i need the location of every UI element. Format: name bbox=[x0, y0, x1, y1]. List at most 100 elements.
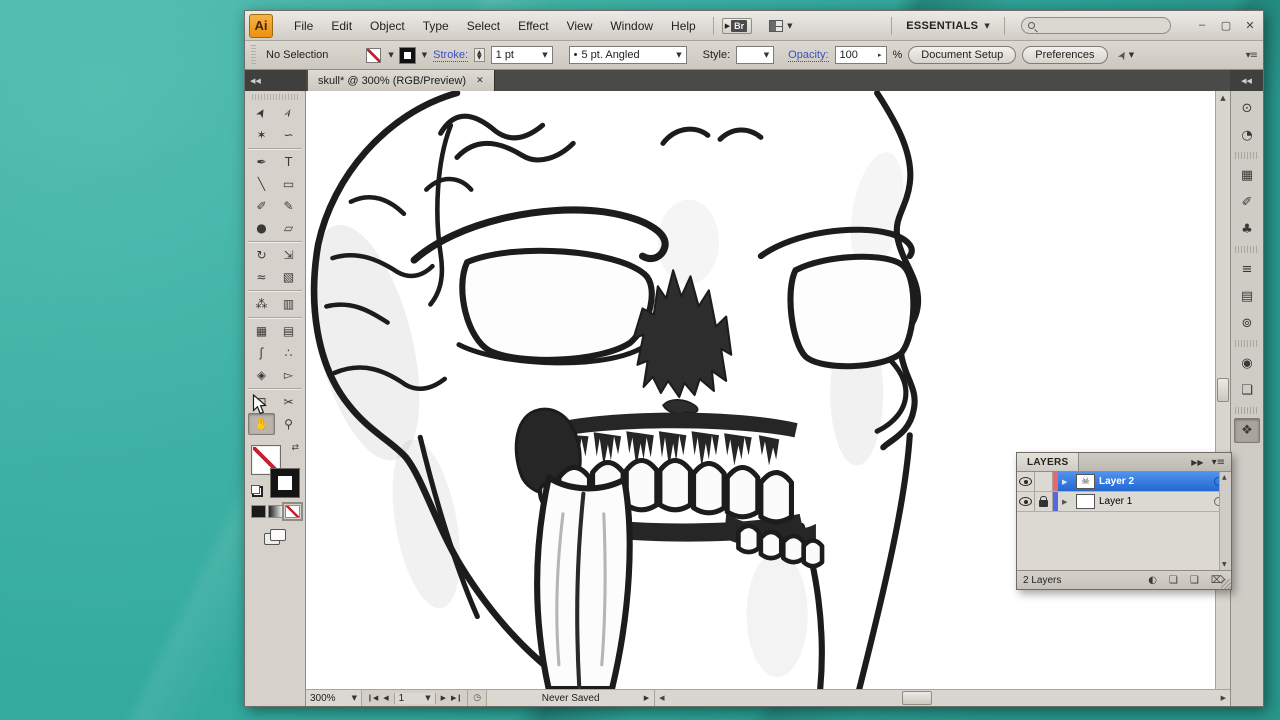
selection-tool[interactable]: ➤ bbox=[248, 102, 275, 124]
opacity-input[interactable]: 100 ▸ bbox=[835, 46, 887, 64]
color-mode-button[interactable] bbox=[251, 505, 266, 518]
artboard-number-dropdown[interactable]: 1 ▼ bbox=[394, 693, 436, 704]
preferences-button[interactable]: Preferences bbox=[1022, 46, 1107, 64]
blend-tool[interactable]: ∴ bbox=[275, 342, 302, 364]
vertical-scroll-thumb[interactable] bbox=[1217, 378, 1229, 402]
gradient-tool[interactable]: ▤ bbox=[275, 320, 302, 342]
panel-resize-grip[interactable] bbox=[1221, 579, 1231, 589]
expand-layer-icon[interactable]: ▶ bbox=[1062, 478, 1072, 486]
none-mode-button[interactable] bbox=[285, 505, 300, 518]
appearance-panel-button[interactable]: ◉ bbox=[1234, 351, 1260, 376]
swatches-panel-button[interactable]: ▦ bbox=[1234, 163, 1260, 188]
save-status[interactable]: Never Saved ▶ bbox=[487, 690, 655, 706]
paintbrush-tool[interactable]: ✐ bbox=[248, 195, 275, 217]
column-graph-tool[interactable]: ▥ bbox=[275, 293, 302, 315]
visibility-toggle[interactable] bbox=[1017, 472, 1035, 491]
minimize-button[interactable]: – bbox=[1195, 19, 1209, 32]
next-artboard-button[interactable]: ▶ bbox=[441, 694, 446, 702]
color-panel-button[interactable]: ⊙ bbox=[1234, 96, 1260, 121]
menu-type[interactable]: Type bbox=[414, 15, 458, 37]
document-setup-button[interactable]: Document Setup bbox=[908, 46, 1016, 64]
rotate-tool[interactable]: ↻ bbox=[248, 244, 275, 266]
panel-menu-icon[interactable]: ▾≡ bbox=[1212, 457, 1225, 468]
menu-window[interactable]: Window bbox=[601, 15, 662, 37]
fill-color-swatch[interactable] bbox=[366, 48, 381, 63]
drawing-modes-button[interactable] bbox=[262, 528, 288, 544]
type-tool[interactable]: T bbox=[275, 151, 302, 173]
layer-row[interactable]: ▶☠Layer 2 bbox=[1017, 472, 1231, 492]
eraser-tool[interactable]: ▱ bbox=[275, 217, 302, 239]
live-paint-selection-tool[interactable]: ▻ bbox=[275, 364, 302, 386]
menu-view[interactable]: View bbox=[558, 15, 602, 37]
layers-panel-button[interactable]: ❖ bbox=[1234, 418, 1260, 443]
width-tool[interactable]: ≈ bbox=[248, 266, 275, 288]
scroll-right-icon[interactable]: ▶ bbox=[1217, 694, 1230, 702]
tab-close-icon[interactable]: ✕ bbox=[476, 75, 484, 86]
symbols-panel-button[interactable]: ♣ bbox=[1234, 217, 1260, 242]
arrange-documents-button[interactable]: ▼ bbox=[764, 17, 797, 35]
launch-bridge-button[interactable]: ▶ Br bbox=[722, 18, 752, 34]
panel-collapse-icon[interactable]: ▶▶ bbox=[1191, 458, 1203, 467]
layer-name[interactable]: Layer 2 bbox=[1099, 476, 1210, 487]
lasso-tool[interactable]: ∽ bbox=[275, 124, 302, 146]
collapse-tools-button[interactable]: ◀◀ bbox=[245, 70, 306, 91]
default-fill-stroke-icon[interactable] bbox=[251, 485, 263, 497]
canvas[interactable]: ▲ bbox=[306, 91, 1230, 689]
lock-toggle[interactable] bbox=[1035, 472, 1053, 491]
mesh-tool[interactable]: ▦ bbox=[248, 320, 275, 342]
scroll-up-icon[interactable]: ▲ bbox=[1222, 474, 1227, 481]
color-guide-panel-button[interactable]: ◔ bbox=[1234, 123, 1260, 148]
new-sublayer-icon[interactable]: ❏ bbox=[1169, 575, 1178, 586]
graphic-styles-panel-button[interactable]: ❏ bbox=[1234, 378, 1260, 403]
close-button[interactable]: ✕ bbox=[1243, 19, 1257, 32]
menu-select[interactable]: Select bbox=[458, 15, 509, 37]
layer-name[interactable]: Layer 1 bbox=[1099, 496, 1210, 507]
opacity-panel-link[interactable]: Opacity: bbox=[788, 49, 828, 62]
select-similar-button[interactable]: ➤ ▼ bbox=[1118, 49, 1135, 62]
scroll-left-icon[interactable]: ◀ bbox=[655, 694, 668, 702]
brush-definition-dropdown[interactable]: • 5 pt. Angled ▼ bbox=[569, 46, 687, 64]
zoom-level-dropdown[interactable]: 300% ▼ bbox=[306, 690, 362, 706]
blob-brush-tool[interactable]: ● bbox=[248, 217, 275, 239]
transparency-panel-button[interactable]: ⊚ bbox=[1234, 311, 1260, 336]
workspace-switcher[interactable]: ESSENTIALS ▼ bbox=[900, 17, 996, 35]
chevron-down-icon[interactable]: ▼ bbox=[388, 51, 393, 59]
expand-layer-icon[interactable]: ▶ bbox=[1062, 498, 1072, 506]
menu-file[interactable]: File bbox=[285, 15, 322, 37]
stroke-weight-dropdown[interactable]: 1 pt ▼ bbox=[491, 46, 553, 64]
document-tab[interactable]: skull* @ 300% (RGB/Preview) ✕ bbox=[308, 70, 495, 91]
status-expand-icon[interactable]: ▶ bbox=[644, 694, 649, 702]
new-layer-icon[interactable]: ❑ bbox=[1190, 575, 1199, 586]
first-artboard-button[interactable]: ❙◀ bbox=[367, 694, 378, 702]
style-dropdown[interactable]: ▼ bbox=[736, 46, 774, 64]
layers-tab[interactable]: LAYERS bbox=[1017, 453, 1079, 471]
menu-effect[interactable]: Effect bbox=[509, 15, 557, 37]
stepper-down-icon[interactable]: ▼ bbox=[477, 55, 482, 60]
symbol-sprayer-tool[interactable]: ⁂ bbox=[248, 293, 275, 315]
pencil-tool[interactable]: ✎ bbox=[275, 195, 302, 217]
swap-fill-stroke-icon[interactable]: ⇄ bbox=[291, 443, 299, 453]
stroke-panel-button[interactable]: ≡ bbox=[1234, 257, 1260, 282]
direct-selection-tool[interactable]: ➢ bbox=[275, 102, 302, 124]
hand-tool[interactable]: ✋ bbox=[248, 413, 275, 435]
magic-wand-tool[interactable]: ✶ bbox=[248, 124, 275, 146]
stroke-swatch[interactable] bbox=[271, 469, 299, 497]
make-clipping-mask-icon[interactable]: ◐ bbox=[1148, 575, 1157, 586]
chevron-down-icon[interactable]: ▼ bbox=[422, 51, 427, 59]
menu-edit[interactable]: Edit bbox=[322, 15, 361, 37]
visibility-toggle[interactable] bbox=[1017, 492, 1035, 511]
control-panel-menu-icon[interactable]: ▾≡ bbox=[1246, 50, 1257, 61]
layers-scrollbar[interactable]: ▲ ▼ bbox=[1219, 472, 1231, 570]
pen-tool[interactable]: ✒ bbox=[248, 151, 275, 173]
live-paint-bucket-tool[interactable]: ◈ bbox=[248, 364, 275, 386]
slice-tool[interactable]: ✂ bbox=[275, 391, 302, 413]
horizontal-scrollbar[interactable]: ◀ ▶ bbox=[655, 690, 1230, 706]
vertical-scrollbar[interactable]: ▲ bbox=[1215, 91, 1230, 689]
scroll-up-icon[interactable]: ▲ bbox=[1220, 91, 1225, 105]
gradient-panel-button[interactable]: ▤ bbox=[1234, 284, 1260, 309]
lock-toggle[interactable] bbox=[1035, 492, 1053, 511]
scale-tool[interactable]: ⇲ bbox=[275, 244, 302, 266]
layer-row[interactable]: ▶ Layer 1 bbox=[1017, 492, 1231, 512]
eyedropper-tool[interactable]: ʃ bbox=[248, 342, 275, 364]
menu-help[interactable]: Help bbox=[662, 15, 705, 37]
